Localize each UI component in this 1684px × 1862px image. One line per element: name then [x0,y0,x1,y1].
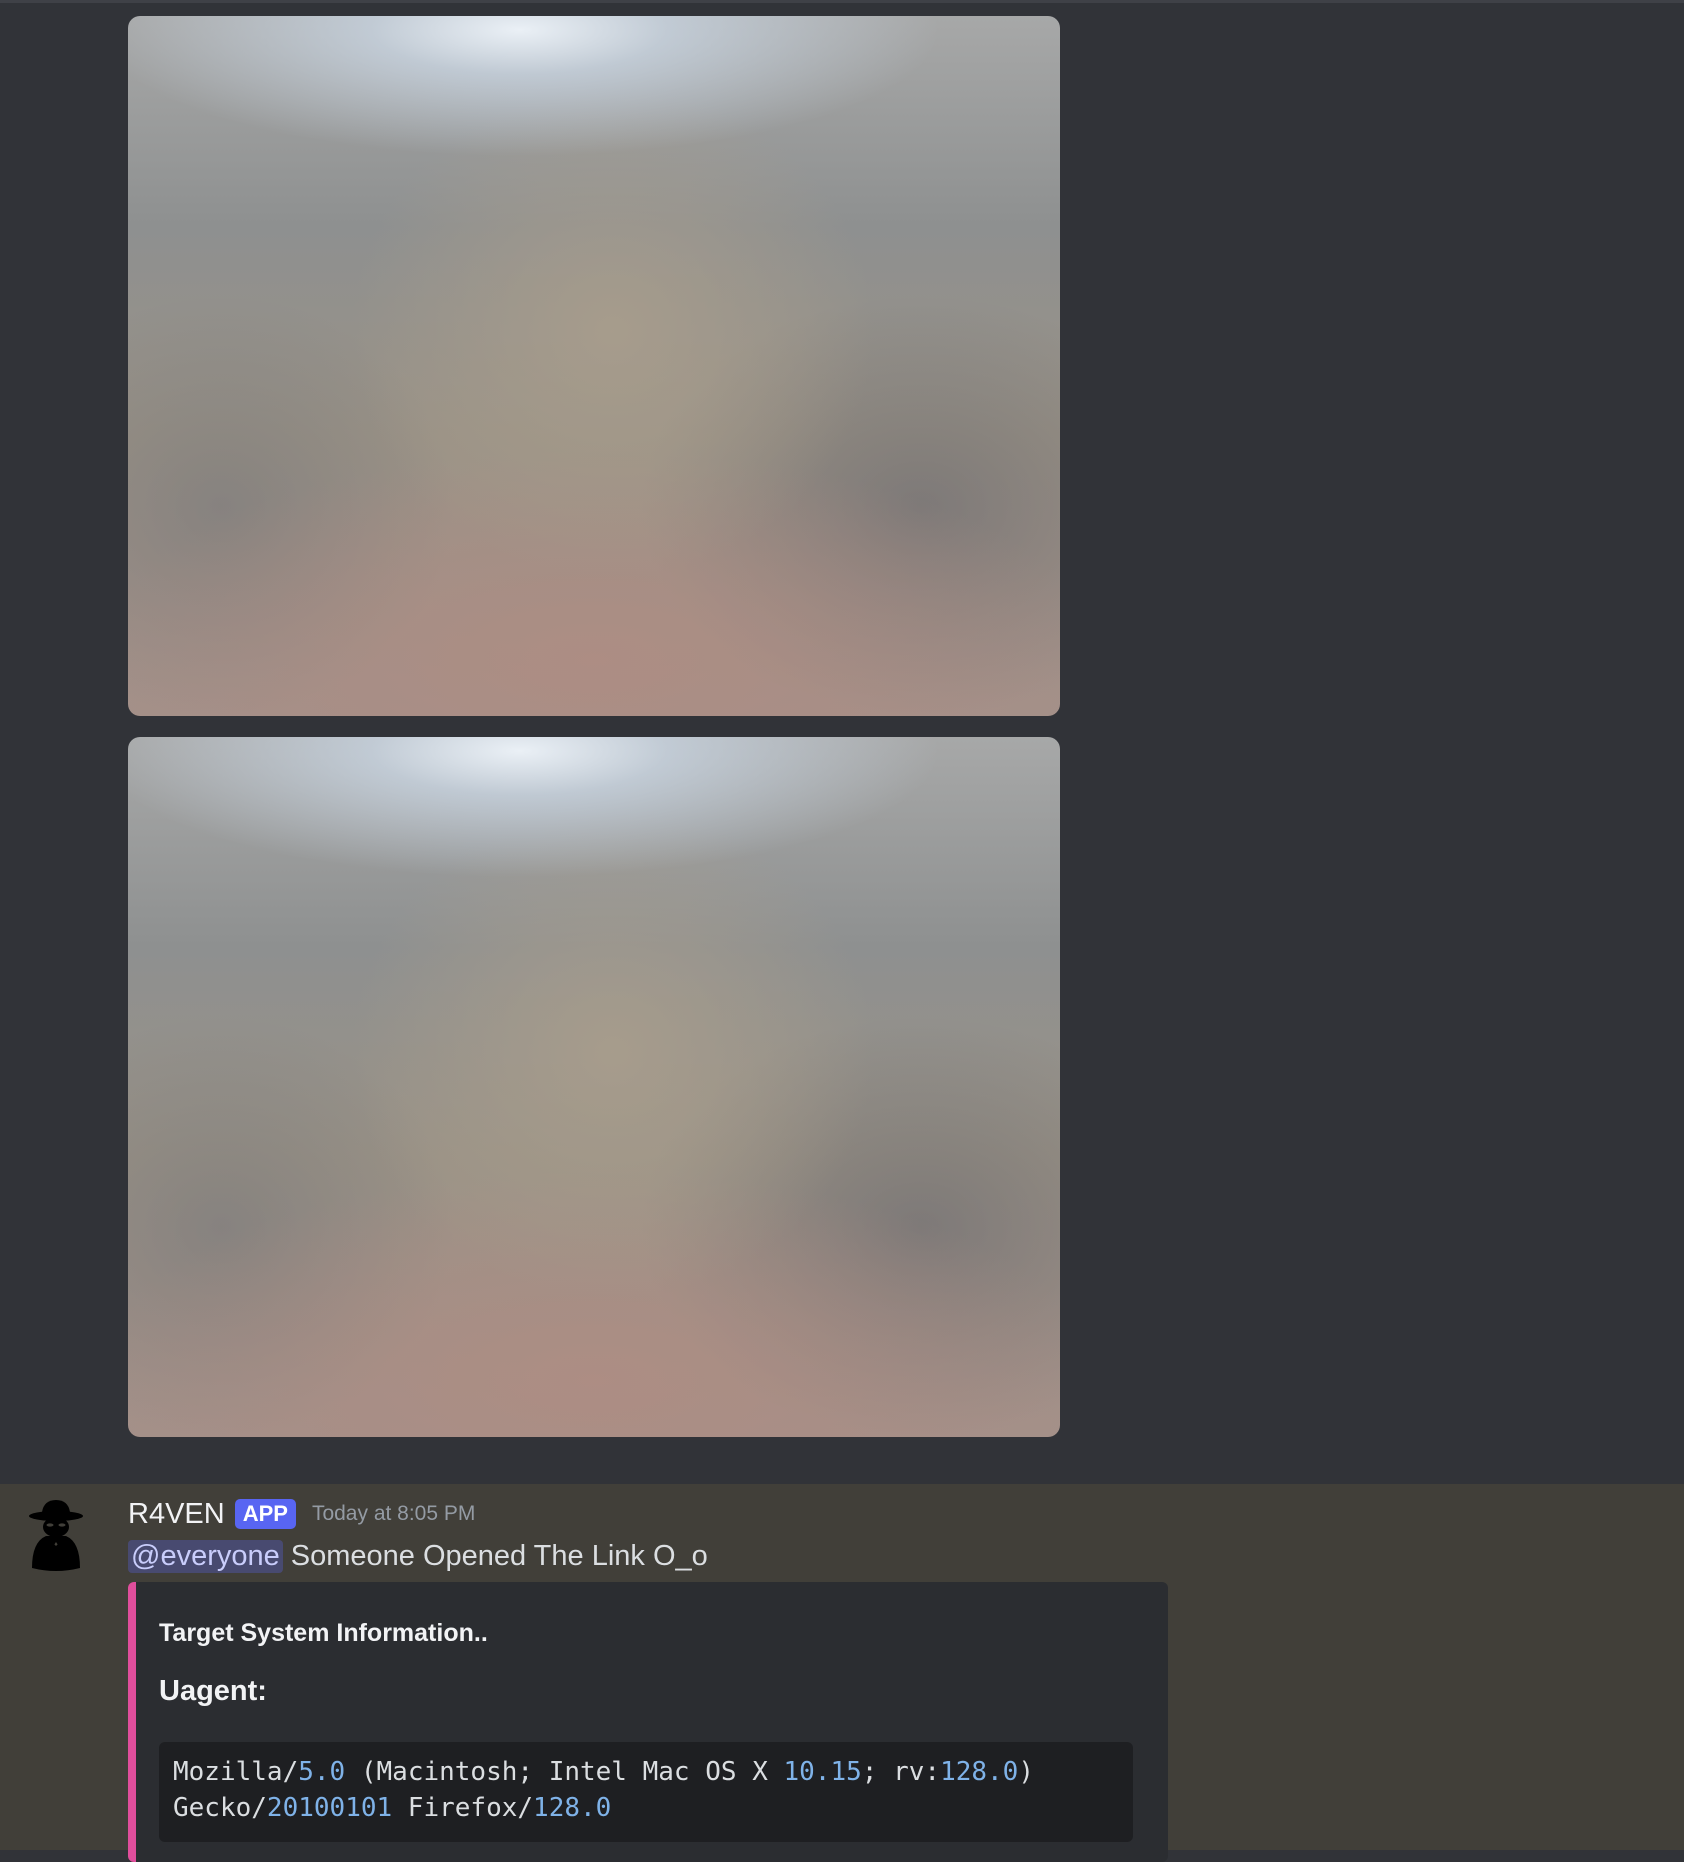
code-text: ) [1018,1757,1034,1787]
top-divider [0,0,1684,3]
spy-icon [29,1500,83,1571]
message-content: @everyone Someone Opened The Link O_o [128,1536,708,1576]
image-attachment[interactable] [128,16,1060,716]
code-text: ; rv: [861,1757,941,1787]
code-number: 20100101 [266,1793,393,1823]
code-number: 10.15 [783,1757,862,1787]
app-badge: APP [234,1499,296,1529]
username[interactable]: R4VEN [128,1498,225,1531]
embed-field-name: Uagent: [159,1675,267,1707]
avatar[interactable] [24,1498,88,1571]
timestamp[interactable]: Today at 8:05 PM [312,1502,475,1526]
code-number: 5.0 [298,1757,346,1787]
embed-title: Target System Information.. [159,1619,488,1647]
message-text: Someone Opened The Link O_o [290,1539,708,1572]
code-number: 128.0 [940,1757,1019,1787]
code-block: Mozilla/5.0 (Macintosh; Intel Mac OS X 1… [159,1742,1133,1842]
everyone-mention[interactable]: @everyone [128,1539,283,1573]
message-highlighted: R4VEN APP Today at 8:05 PM @everyone Som… [0,1484,1684,1862]
code-number: 128.0 [533,1793,612,1823]
message-header: R4VEN APP Today at 8:05 PM [128,1494,475,1534]
code-line: Mozilla/5.0 (Macintosh; Intel Mac OS X 1… [173,1757,1034,1787]
image-attachment[interactable] [128,737,1060,1437]
code-text: Gecko/ [173,1793,267,1823]
code-line: Gecko/20100101 Firefox/128.0 [173,1793,611,1823]
code-text: Firefox/ [392,1793,534,1823]
embed: Target System Information.. Uagent: Mozi… [128,1582,1168,1862]
code-text: Mozilla/ [173,1757,299,1787]
code-text: (Macintosh; Intel Mac OS X [345,1757,784,1787]
